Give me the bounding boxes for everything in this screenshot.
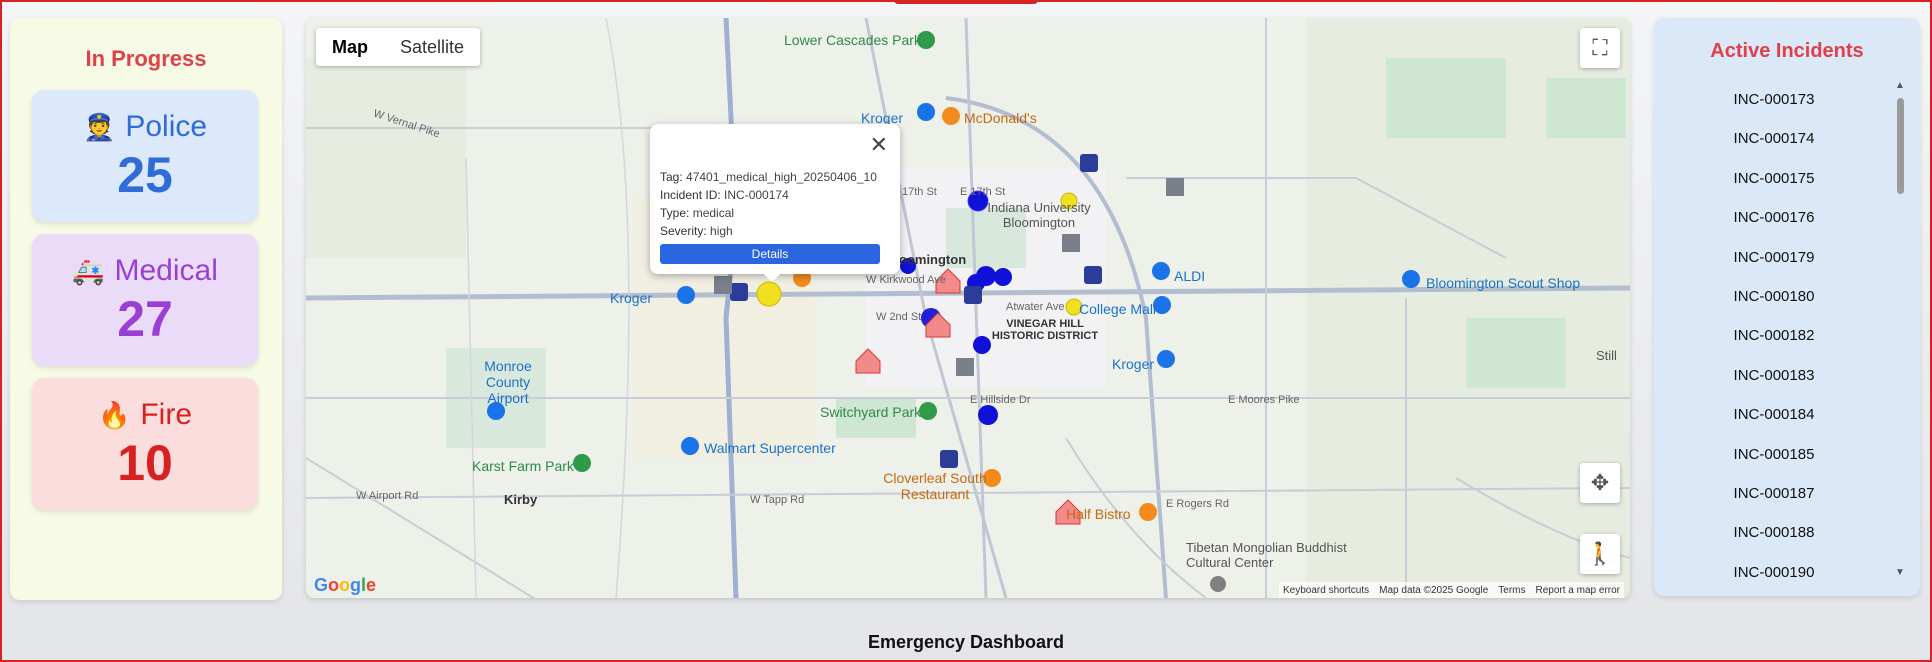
map-data-text: Map data ©2025 Google (1379, 584, 1489, 596)
map-label-atwater-ave: Atwater Ave (1006, 301, 1065, 313)
camera-control-icon[interactable]: ✥ (1580, 463, 1620, 503)
police-officer-icon: 👮 (82, 111, 116, 142)
incident-list-item[interactable]: INC-000175 (1654, 159, 1894, 198)
medical-card[interactable]: 🚑 Medical 27 (32, 234, 258, 366)
street-view-pegman-icon[interactable]: 🚶 (1580, 534, 1620, 574)
medical-count: 27 (117, 291, 173, 347)
police-label: Police (125, 110, 208, 143)
severity-value: high (710, 224, 733, 238)
fire-card[interactable]: 🔥 Fire 10 (32, 378, 258, 510)
scroll-down-icon[interactable]: ▼ (1895, 567, 1905, 578)
incident-list-item[interactable]: INC-000182 (1654, 316, 1894, 355)
in-progress-panel: In Progress 👮 Police 25 🚑 Medical 27 🔥 F… (10, 18, 282, 600)
active-incidents-panel: Active Incidents INC-000173 INC-000174 I… (1654, 18, 1920, 596)
incident-list-item[interactable]: INC-000180 (1654, 277, 1894, 316)
map-label-half-bistro: Half Bistro (1066, 506, 1131, 522)
fire-count: 10 (117, 435, 173, 491)
map-label-17th-st: 17th St (902, 186, 937, 198)
map-label-bloomington-scout-shop: Bloomington Scout Shop (1426, 275, 1581, 291)
map-label-kroger-east: Kroger (1112, 356, 1155, 372)
page-title: Emergency Dashboard (867, 632, 1065, 652)
map-label-w-tapp-rd: W Tapp Rd (750, 494, 805, 506)
map-view-button[interactable]: Map (316, 28, 384, 66)
map-label-kroger-west: Kroger (610, 290, 653, 306)
popup-pointer (762, 272, 782, 282)
incident-list-item[interactable]: INC-000174 (1654, 119, 1894, 158)
map-label-college-mall: College Mall (1079, 301, 1157, 317)
incident-list-item[interactable]: INC-000185 (1654, 435, 1894, 474)
close-icon[interactable]: ✕ (870, 132, 888, 158)
map-label-still: Still (1596, 348, 1617, 363)
police-card[interactable]: 👮 Police 25 (32, 90, 258, 222)
map-label-hillside: E Hillside Dr (970, 394, 1031, 406)
incident-list-item[interactable]: INC-000184 (1654, 395, 1894, 434)
terms-link[interactable]: Terms (1498, 585, 1525, 596)
medical-label: Medical (114, 254, 218, 287)
report-error-link[interactable]: Report a map error (1536, 585, 1620, 596)
map-label-karst-farm-park: Karst Farm Park (472, 458, 574, 474)
map-label-w-2nd-st: W 2nd St (876, 311, 922, 323)
police-count: 25 (117, 147, 173, 203)
incident-list-item[interactable]: INC-000176 (1654, 198, 1894, 237)
incident-list-item[interactable]: INC-000183 (1654, 356, 1894, 395)
map-label-e-17th-st: E 17th St (960, 186, 1006, 198)
map-label-w-airport-rd: W Airport Rd (356, 490, 419, 502)
map-label-monroe-airport: Monroe County Airport (484, 358, 532, 406)
type-label: Type: (660, 206, 690, 220)
google-logo: Google (314, 575, 377, 595)
map-label-indiana-university: Indiana University Bloomington (987, 200, 1091, 230)
incident-id-label: Incident ID: (660, 188, 721, 202)
map-label-walmart: Walmart Supercenter (704, 440, 836, 456)
incident-list-item[interactable]: INC-000190 (1654, 553, 1894, 592)
map-label-aldi: ALDI (1174, 268, 1206, 284)
map-base (306, 18, 1630, 598)
active-incidents-title: Active Incidents (1710, 40, 1864, 62)
type-value: medical (692, 206, 735, 220)
in-progress-title: In Progress (85, 46, 207, 71)
map-label-kirkwood: W Kirkwood Ave (866, 274, 946, 286)
incident-list-scrollbar[interactable]: ▲ ▼ (1894, 80, 1906, 578)
top-accent (894, 0, 1038, 4)
fire-icon: 🔥 (97, 399, 131, 430)
incident-list-item[interactable]: INC-000187 (1654, 474, 1894, 513)
tag-value: 47401_medical_high_20250406_10 (686, 170, 877, 184)
map-label-kirby: Kirby (504, 492, 538, 507)
incident-list-item[interactable]: INC-000188 (1654, 513, 1894, 552)
scroll-up-icon[interactable]: ▲ (1895, 80, 1905, 91)
incident-map[interactable]: Map Satellite ⛶ ✥ 🚶 Lower Cascades Park … (306, 18, 1630, 598)
fire-label: Fire (140, 398, 193, 431)
satellite-view-button[interactable]: Satellite (384, 28, 480, 66)
map-attribution: Keyboard shortcuts Map data ©2025 Google… (1278, 582, 1624, 598)
map-label-cloverleaf: Cloverleaf South Restaurant (883, 470, 987, 502)
map-label-vinegar-hill: VINEGAR HILL HISTORIC DISTRICT (991, 318, 1099, 342)
ambulance-icon: 🚑 (72, 255, 105, 286)
incident-id-value: INC-000174 (724, 188, 789, 202)
incident-info-popup: ✕ Tag: 47401_medical_high_20250406_10 In… (650, 124, 900, 274)
tag-label: Tag: (660, 170, 683, 184)
fullscreen-icon[interactable]: ⛶ (1580, 28, 1620, 68)
map-label-rogers-rd: E Rogers Rd (1166, 498, 1229, 510)
incident-list-item[interactable]: INC-000179 (1654, 238, 1894, 277)
severity-label: Severity: (660, 224, 707, 238)
map-label-lower-cascades: Lower Cascades Park (784, 32, 921, 48)
map-type-toggle[interactable]: Map Satellite (316, 28, 481, 66)
incident-list-item[interactable]: INC-000173 (1654, 80, 1894, 119)
details-button[interactable]: Details (660, 244, 880, 264)
map-label-mcdonalds: McDonald's (964, 110, 1037, 126)
keyboard-shortcuts-link[interactable]: Keyboard shortcuts (1283, 585, 1369, 596)
map-label-tibetan-center: Tibetan Mongolian Buddhist Cultural Cent… (1186, 540, 1347, 570)
scroll-thumb[interactable] (1897, 98, 1904, 194)
incident-list[interactable]: INC-000173 INC-000174 INC-000175 INC-000… (1654, 80, 1894, 592)
map-label-moores-pike: E Moores Pike (1228, 394, 1300, 406)
map-label-switchyard-park: Switchyard Park (820, 404, 922, 420)
